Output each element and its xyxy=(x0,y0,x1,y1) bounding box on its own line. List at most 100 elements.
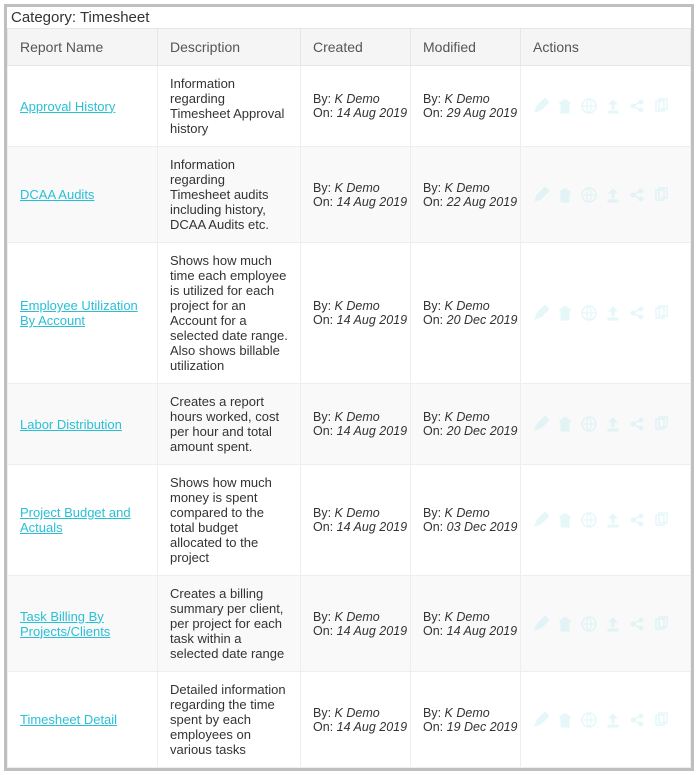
table-row: Task Billing By Projects/Clients Creates … xyxy=(8,576,691,672)
on-label: On: xyxy=(423,624,447,638)
modified-by: K Demo xyxy=(445,506,490,520)
col-description[interactable]: Description xyxy=(158,29,301,66)
share-icon[interactable] xyxy=(629,98,645,114)
modified-cell: By: K DemoOn: 29 Aug 2019 xyxy=(411,66,521,147)
delete-icon[interactable] xyxy=(557,512,573,528)
modified-by: K Demo xyxy=(445,610,490,624)
modified-on: 20 Dec 2019 xyxy=(447,424,518,438)
on-label: On: xyxy=(313,313,337,327)
copy-icon[interactable] xyxy=(653,98,669,114)
created-cell: By: K DemoOn: 14 Aug 2019 xyxy=(301,576,411,672)
delete-icon[interactable] xyxy=(557,187,573,203)
modified-on: 03 Dec 2019 xyxy=(447,520,518,534)
modified-cell: By: K DemoOn: 14 Aug 2019 xyxy=(411,576,521,672)
table-row: Timesheet DetailDetailed information reg… xyxy=(8,672,691,768)
category-name: Timesheet xyxy=(80,9,149,26)
edit-icon[interactable] xyxy=(533,187,549,203)
delete-icon[interactable] xyxy=(557,98,573,114)
upload-icon[interactable] xyxy=(605,712,621,728)
created-by: K Demo xyxy=(335,410,380,424)
copy-icon[interactable] xyxy=(653,187,669,203)
table-header-row: Report Name Description Created Modified… xyxy=(8,29,691,66)
report-link[interactable]: Timesheet Detail xyxy=(20,712,117,727)
col-modified[interactable]: Modified xyxy=(411,29,521,66)
by-label: By: xyxy=(313,92,335,106)
globe-icon[interactable] xyxy=(581,616,597,632)
delete-icon[interactable] xyxy=(557,712,573,728)
report-link[interactable]: Approval History xyxy=(20,99,115,114)
share-icon[interactable] xyxy=(629,712,645,728)
col-created[interactable]: Created xyxy=(301,29,411,66)
copy-icon[interactable] xyxy=(653,712,669,728)
reports-table: Report Name Description Created Modified… xyxy=(7,28,691,768)
upload-icon[interactable] xyxy=(605,512,621,528)
modified-by: K Demo xyxy=(445,706,490,720)
upload-icon[interactable] xyxy=(605,187,621,203)
share-icon[interactable] xyxy=(629,416,645,432)
report-link[interactable]: Employee Utilization By Account xyxy=(20,298,138,328)
created-cell: By: K DemoOn: 14 Aug 2019 xyxy=(301,384,411,465)
col-report-name[interactable]: Report Name xyxy=(8,29,158,66)
by-label: By: xyxy=(313,410,335,424)
globe-icon[interactable] xyxy=(581,187,597,203)
delete-icon[interactable] xyxy=(557,616,573,632)
report-link[interactable]: Project Budget and Actuals xyxy=(20,505,131,535)
delete-icon[interactable] xyxy=(557,305,573,321)
on-label: On: xyxy=(313,106,337,120)
upload-icon[interactable] xyxy=(605,616,621,632)
created-cell: By: K DemoOn: 14 Aug 2019 xyxy=(301,66,411,147)
edit-icon[interactable] xyxy=(533,305,549,321)
share-icon[interactable] xyxy=(629,512,645,528)
report-link[interactable]: DCAA Audits xyxy=(20,187,94,202)
on-label: On: xyxy=(313,720,337,734)
actions-cell xyxy=(521,576,691,672)
copy-icon[interactable] xyxy=(653,616,669,632)
modified-by: K Demo xyxy=(445,410,490,424)
globe-icon[interactable] xyxy=(581,98,597,114)
actions-cell xyxy=(521,672,691,768)
category-header: Category: Timesheet xyxy=(7,7,691,28)
edit-icon[interactable] xyxy=(533,712,549,728)
report-link[interactable]: Labor Distribution xyxy=(20,417,122,432)
upload-icon[interactable] xyxy=(605,98,621,114)
edit-icon[interactable] xyxy=(533,512,549,528)
by-label: By: xyxy=(423,299,445,313)
created-cell: By: K DemoOn: 14 Aug 2019 xyxy=(301,672,411,768)
globe-icon[interactable] xyxy=(581,416,597,432)
created-cell: By: K DemoOn: 14 Aug 2019 xyxy=(301,243,411,384)
upload-icon[interactable] xyxy=(605,416,621,432)
share-icon[interactable] xyxy=(629,616,645,632)
report-description: Creates a report hours worked, cost per … xyxy=(158,384,301,465)
actions-cell xyxy=(521,243,691,384)
by-label: By: xyxy=(423,92,445,106)
modified-by: K Demo xyxy=(445,92,490,106)
on-label: On: xyxy=(423,720,447,734)
share-icon[interactable] xyxy=(629,305,645,321)
edit-icon[interactable] xyxy=(533,98,549,114)
globe-icon[interactable] xyxy=(581,305,597,321)
upload-icon[interactable] xyxy=(605,305,621,321)
modified-cell: By: K DemoOn: 19 Dec 2019 xyxy=(411,672,521,768)
reports-panel: Category: Timesheet Report Name Descript… xyxy=(4,4,694,771)
on-label: On: xyxy=(313,520,337,534)
table-row: Employee Utilization By AccountShows how… xyxy=(8,243,691,384)
on-label: On: xyxy=(423,424,447,438)
modified-by: K Demo xyxy=(445,181,490,195)
share-icon[interactable] xyxy=(629,187,645,203)
globe-icon[interactable] xyxy=(581,512,597,528)
copy-icon[interactable] xyxy=(653,305,669,321)
on-label: On: xyxy=(423,195,447,209)
edit-icon[interactable] xyxy=(533,416,549,432)
edit-icon[interactable] xyxy=(533,616,549,632)
copy-icon[interactable] xyxy=(653,416,669,432)
created-cell: By: K DemoOn: 14 Aug 2019 xyxy=(301,147,411,243)
actions-cell xyxy=(521,147,691,243)
delete-icon[interactable] xyxy=(557,416,573,432)
copy-icon[interactable] xyxy=(653,512,669,528)
by-label: By: xyxy=(423,506,445,520)
report-link[interactable]: Task Billing By Projects/Clients xyxy=(20,609,110,639)
on-label: On: xyxy=(313,624,337,638)
created-by: K Demo xyxy=(335,610,380,624)
report-description: Creates a billing summary per client, pe… xyxy=(158,576,301,672)
globe-icon[interactable] xyxy=(581,712,597,728)
